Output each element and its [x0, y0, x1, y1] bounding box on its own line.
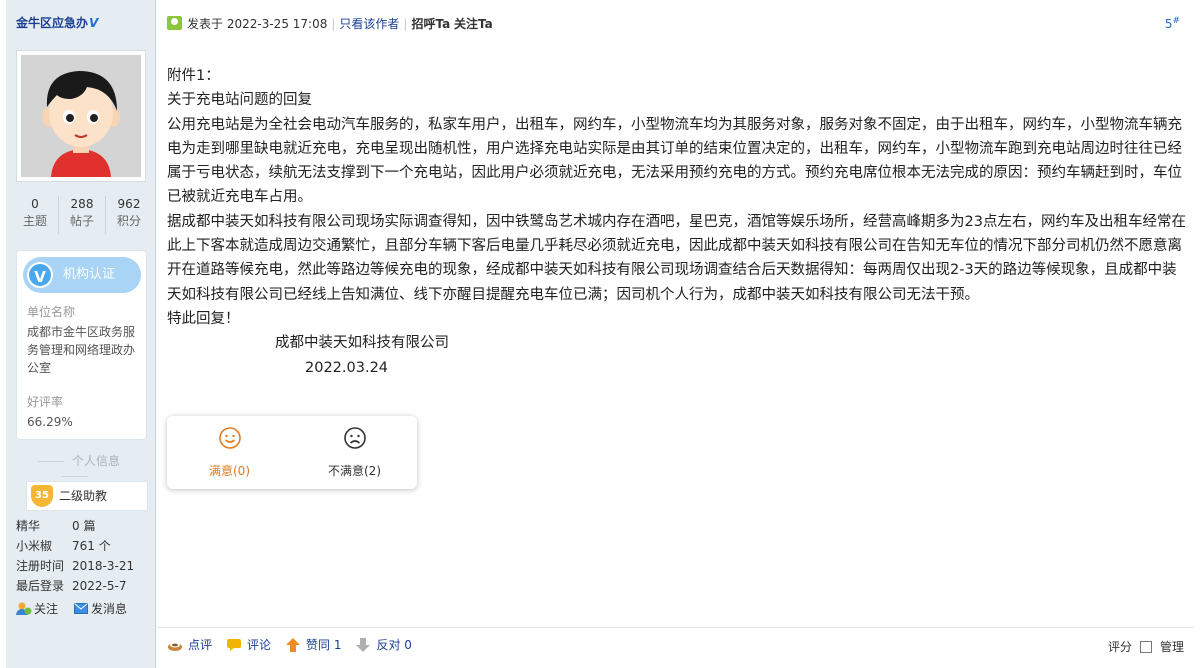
arrow-down-icon	[356, 637, 371, 652]
comment-button[interactable]: 评论	[226, 636, 271, 653]
separator: |	[403, 17, 408, 31]
stat-value: 288	[70, 197, 94, 211]
unsatisfied-button[interactable]: 不满意(2)	[292, 416, 417, 489]
stat-value: 962	[117, 197, 141, 211]
post-meta-bar: 发表于 2022-3-25 17:08 | 只看该作者 | 招呼Ta 关注Ta 5#	[157, 0, 1194, 44]
floor-number[interactable]: 5#	[1165, 16, 1180, 31]
info-value: 761 个	[72, 539, 111, 553]
info-row: 精华 0 篇	[16, 516, 156, 536]
avatar-image	[21, 55, 141, 177]
post-bottom-bar: 点评 评论 赞同 1 反对 0 评分 管理	[157, 627, 1194, 663]
floor-mark: #	[1172, 16, 1180, 26]
posted-prefix: 发表于	[187, 17, 224, 31]
follow-label: 关注	[34, 602, 59, 616]
user-level[interactable]: 35 二级助教	[26, 481, 148, 511]
verified-icon: V	[89, 16, 99, 30]
speech-bubble-icon	[227, 638, 242, 651]
info-key: 最后登录	[16, 579, 65, 593]
good-rate-value: 66.29%	[27, 415, 73, 429]
level-label: 二级助教	[59, 489, 108, 503]
oppose-button[interactable]: 反对 0	[355, 636, 412, 653]
paragraph: 特此回复！	[167, 310, 240, 327]
comment-label: 评论	[247, 638, 272, 652]
follow-user-button[interactable]: 关注	[16, 600, 58, 617]
rate-comment-label: 点评	[188, 638, 213, 652]
stat-points[interactable]: 962 积分	[106, 196, 152, 234]
greet-link[interactable]: 招呼Ta	[411, 17, 450, 31]
paragraph: 公用充电站是为全社会电动汽车服务的，私家车用户，出租车，网约车，小型物流车均为其…	[167, 116, 1182, 206]
divider	[37, 461, 64, 462]
stat-label: 帖子	[69, 214, 94, 228]
author-only-link[interactable]: 只看该作者	[339, 17, 399, 31]
stat-label: 主题	[22, 214, 47, 228]
oppose-label: 反对 0	[376, 638, 412, 652]
stat-posts[interactable]: 288 帖子	[59, 196, 106, 234]
signature-company: 成都中装天如科技有限公司	[275, 335, 449, 352]
stat-topics[interactable]: 0 主题	[12, 196, 59, 234]
info-value: 2018-3-21	[72, 559, 135, 573]
info-key: 小米椒	[16, 539, 53, 553]
follow-author-link[interactable]: 关注Ta	[454, 17, 493, 31]
post-content: 附件1： 关于充电站问题的回复 公用充电站是为全社会电动汽车服务的，私家车用户，…	[167, 64, 1187, 380]
mail-icon	[74, 603, 89, 614]
post-meta: 发表于 2022-3-25 17:08 | 只看该作者 | 招呼Ta 关注Ta	[187, 15, 493, 32]
satisfaction-rating: 满意(0) 不满意(2)	[167, 416, 417, 489]
unit-name-value: 成都市金牛区政务服务管理和网络理政办公室	[27, 325, 136, 375]
satisfied-label: 满意(0)	[209, 464, 250, 478]
satisfied-button[interactable]: 满意(0)	[167, 416, 292, 489]
score-button[interactable]: 评分	[1108, 638, 1132, 655]
info-row: 小米椒 761 个	[16, 536, 156, 556]
stat-value: 0	[31, 197, 39, 211]
info-value: 2022-5-7	[72, 579, 127, 593]
user-actions: 关注 发消息	[16, 600, 127, 617]
section-title-text: 个人信息	[71, 454, 120, 468]
follow-icon	[16, 602, 32, 615]
posted-time: 2022-3-25 17:08	[226, 17, 328, 31]
stat-label: 积分	[116, 214, 141, 228]
separator: |	[331, 17, 336, 31]
send-message-button[interactable]: 发消息	[74, 600, 127, 617]
avatar[interactable]	[16, 50, 146, 182]
user-info-list: 精华 0 篇 小米椒 761 个 注册时间 2018-3-21 最后登录 2022-5-…	[16, 516, 156, 596]
cert-label: 机构认证	[63, 267, 116, 282]
certification-box: V 机构认证 单位名称 成都市金牛区政务服务管理和网络理政办公室 好评率 66.…	[16, 250, 147, 440]
signature-date: 2022.03.24	[305, 359, 389, 376]
paragraph: 关于充电站问题的回复	[167, 92, 312, 109]
user-stats: 0 主题 288 帖子 962 积分	[12, 196, 152, 234]
manage-label[interactable]: 管理	[1160, 638, 1184, 655]
unsatisfied-label: 不满意(2)	[328, 464, 381, 478]
unit-name-label: 单位名称	[27, 305, 76, 319]
username-link[interactable]: 金牛区应急办V	[16, 14, 98, 31]
smile-face-icon	[218, 427, 241, 449]
post-main: 发表于 2022-3-25 17:08 | 只看该作者 | 招呼Ta 关注Ta 5# 附…	[157, 0, 1194, 668]
coffee-cup-icon	[168, 642, 182, 651]
online-status-icon	[167, 16, 182, 30]
agree-label: 赞同 1	[306, 638, 342, 652]
cert-badge-pill: V 机构认证	[23, 257, 141, 293]
verified-v-icon: V	[27, 262, 53, 288]
rate-comment-button[interactable]: 点评	[167, 636, 212, 653]
post-actions: 点评 评论 赞同 1 反对 0	[167, 636, 412, 653]
agree-button[interactable]: 赞同 1	[285, 636, 341, 653]
info-value: 0 篇	[72, 519, 96, 533]
divider	[62, 476, 88, 477]
good-rate-label: 好评率	[27, 395, 64, 409]
personal-info-title: 个人信息	[10, 452, 140, 483]
info-row: 注册时间 2018-3-21	[16, 556, 156, 576]
info-key: 注册时间	[16, 559, 65, 573]
user-sidebar: 金牛区应急办V 0 主题 288 帖子 962 积分 V 机构认证 单位名称 成…	[6, 0, 156, 668]
manage-checkbox[interactable]	[1139, 640, 1152, 653]
info-row: 最后登录 2022-5-7	[16, 576, 156, 596]
message-label: 发消息	[91, 602, 128, 616]
info-key: 精华	[16, 519, 41, 533]
post-admin-actions: 评分 管理	[1108, 638, 1184, 655]
paragraph: 附件1：	[167, 68, 220, 84]
paragraph: 据成都中装天如科技有限公司现场实际调查得知，因中铁鹭岛艺术城内存在酒吧，星巴克，…	[167, 213, 1186, 303]
level-badge-icon: 35	[31, 485, 53, 507]
sad-face-icon	[343, 427, 366, 449]
arrow-up-icon	[286, 637, 301, 652]
cartoon-boy-icon	[21, 55, 141, 177]
